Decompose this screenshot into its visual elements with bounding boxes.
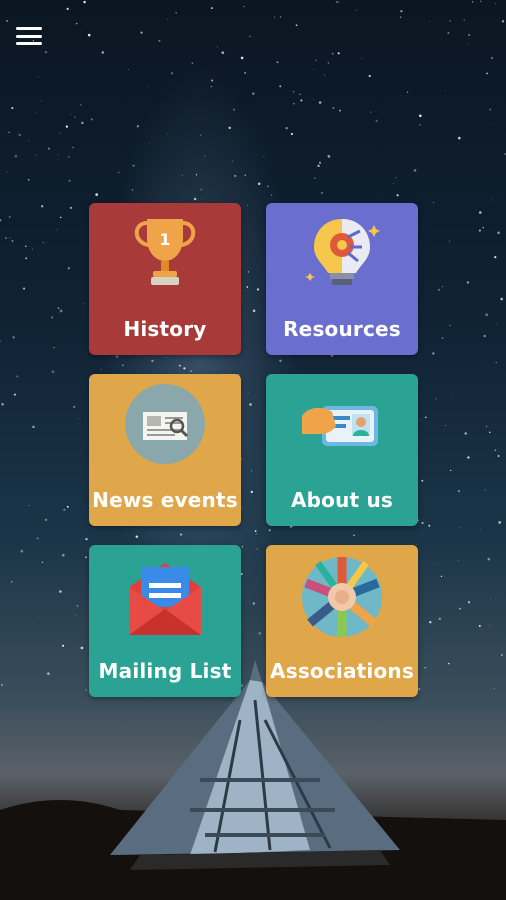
- associations-label: Associations: [270, 659, 414, 683]
- mailing-list-label: Mailing List: [98, 659, 232, 683]
- hamburger-menu-button[interactable]: [16, 24, 46, 48]
- resources-label: Resources: [283, 317, 401, 341]
- associations-tile[interactable]: Associations: [266, 545, 418, 697]
- history-tile[interactable]: 1 History: [89, 203, 241, 355]
- id-card-icon: [302, 406, 378, 446]
- trophy-icon: 1: [134, 219, 196, 285]
- svg-text:1: 1: [159, 230, 170, 249]
- hamburger-menu-icon: [16, 27, 42, 30]
- newspaper-icon: [125, 384, 205, 464]
- history-label: History: [123, 317, 207, 341]
- hamburger-line: [16, 42, 42, 45]
- news-events-label: News events: [92, 488, 238, 512]
- news-events-tile[interactable]: News events: [89, 374, 241, 526]
- mailing-list-tile[interactable]: Mailing List: [89, 545, 241, 697]
- hamburger-line: [16, 34, 42, 38]
- mail-envelope-icon: [129, 563, 201, 635]
- about-us-tile[interactable]: About us: [266, 374, 418, 526]
- joined-hands-icon: [302, 557, 382, 637]
- tent-silhouette: [0, 660, 506, 900]
- lightbulb-gear-icon: [305, 219, 380, 285]
- about-us-label: About us: [290, 488, 394, 512]
- resources-tile[interactable]: Resources: [266, 203, 418, 355]
